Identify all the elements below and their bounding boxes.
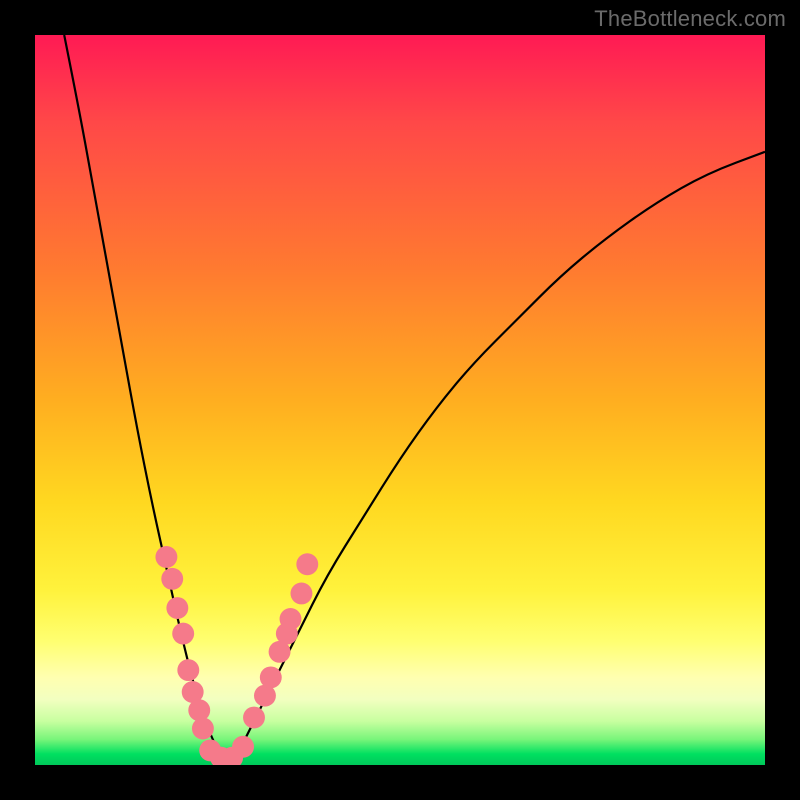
bottleneck-curve (64, 35, 765, 759)
marker-dot (291, 583, 313, 605)
marker-dot (232, 736, 254, 758)
marker-dot (192, 718, 214, 740)
marker-dot (296, 553, 318, 575)
marker-dot (188, 699, 210, 721)
plot-area (35, 35, 765, 765)
marker-dot (243, 707, 265, 729)
marker-dot (155, 546, 177, 568)
marker-dot (260, 666, 282, 688)
marker-dot (161, 568, 183, 590)
chart-frame: TheBottleneck.com (0, 0, 800, 800)
marker-dot (166, 597, 188, 619)
marker-dot (172, 623, 194, 645)
marker-dot (280, 608, 302, 630)
marker-dot (177, 659, 199, 681)
chart-svg (35, 35, 765, 765)
highlighted-points (155, 546, 318, 765)
watermark-text: TheBottleneck.com (594, 6, 786, 32)
